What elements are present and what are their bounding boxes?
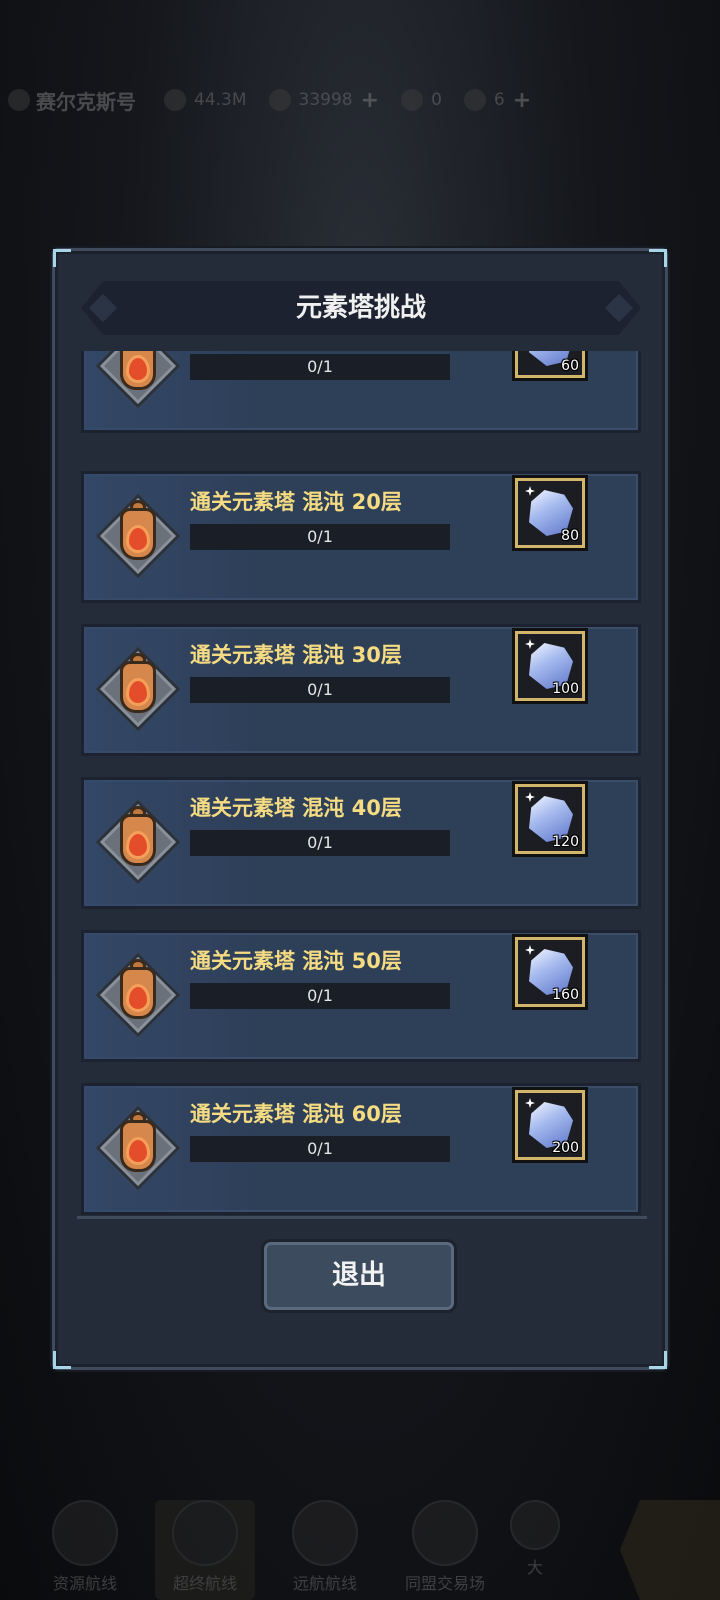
resource-3-icon <box>401 89 424 111</box>
ship-name: 赛尔克斯号 <box>36 89 136 114</box>
nav-tab-5[interactable]: 大 <box>500 1500 570 1600</box>
challenge-name: 通关元素塔 混沌 40层 <box>190 796 402 820</box>
progress-bar: 0/1 <box>190 1136 450 1162</box>
sparkle-icon <box>525 945 535 955</box>
progress-text: 0/1 <box>307 986 333 1005</box>
reward-slot[interactable]: 100 <box>512 628 588 704</box>
sparkle-icon <box>525 792 535 802</box>
bottom-nav: 资源航线 超终航线 远航航线 同盟交易场 大 <box>0 1480 720 1600</box>
nav-tab-1-icon <box>52 1500 118 1566</box>
nav-tab-1-label: 资源航线 <box>52 1574 117 1593</box>
challenge-item: 通关元素塔 混沌 10层 0/1 60 <box>81 351 641 433</box>
resource-3: 0 <box>401 89 442 111</box>
progress-text: 0/1 <box>307 357 333 376</box>
corner-ornament <box>649 249 667 267</box>
corner-ornament <box>53 249 71 267</box>
fire-flask-badge-icon <box>95 952 181 1038</box>
share-arrow-icon[interactable] <box>620 1500 720 1600</box>
dialog-title: 元素塔挑战 <box>295 293 426 323</box>
fire-flask-badge-icon <box>95 799 181 885</box>
reward-slot[interactable]: 160 <box>512 934 588 1010</box>
reward-slot[interactable]: 120 <box>512 781 588 857</box>
flame-icon <box>129 834 147 856</box>
challenge-name: 通关元素塔 混沌 20层 <box>190 490 402 514</box>
gem-icon <box>268 89 291 111</box>
divider <box>77 1216 647 1219</box>
flame-icon <box>129 528 147 550</box>
nav-tab-1[interactable]: 资源航线 <box>35 1500 135 1600</box>
reward-slot[interactable]: 200 <box>512 1087 588 1163</box>
progress-bar: 0/1 <box>190 983 450 1009</box>
resource-4-icon <box>463 89 486 111</box>
top-status-bar: 赛尔克斯号 44.3M 33998 + 0 6 + <box>0 78 720 122</box>
corner-ornament <box>53 1351 71 1369</box>
gold-value: 44.3M <box>194 90 247 110</box>
add-gem-icon[interactable]: + <box>361 88 379 113</box>
nav-tab-4-label: 同盟交易场 <box>404 1574 485 1593</box>
nav-tab-3-icon <box>292 1500 358 1566</box>
reward-slot[interactable]: 60 <box>512 351 588 381</box>
nav-tab-3-label: 远航航线 <box>292 1574 357 1593</box>
resource-4: 6 + <box>463 88 531 113</box>
progress-bar: 0/1 <box>190 677 450 703</box>
gem-resource: 33998 + <box>268 88 379 113</box>
flame-icon <box>129 358 147 380</box>
progress-text: 0/1 <box>307 680 333 699</box>
fire-flask-badge-icon <box>95 646 181 732</box>
progress-bar: 0/1 <box>190 524 450 550</box>
reward-slot[interactable]: 80 <box>512 475 588 551</box>
progress-text: 0/1 <box>307 1139 333 1158</box>
sparkle-icon <box>525 1098 535 1108</box>
progress-bar: 0/1 <box>190 354 450 380</box>
exit-button[interactable]: 退出 <box>261 1239 457 1313</box>
reward-amount: 120 <box>552 834 579 850</box>
sparkle-icon <box>525 486 535 496</box>
add-resource-icon[interactable]: + <box>513 88 531 113</box>
title-bar: 元素塔挑战 <box>81 281 641 335</box>
challenge-name: 通关元素塔 混沌 50层 <box>190 949 402 973</box>
progress-text: 0/1 <box>307 527 333 546</box>
challenge-item: 通关元素塔 混沌 50层 0/1 160 <box>81 930 641 1062</box>
challenge-item: 通关元素塔 混沌 30层 0/1 100 <box>81 624 641 756</box>
nav-tab-2-label: 超终航线 <box>172 1574 237 1593</box>
reward-amount: 100 <box>552 681 579 697</box>
gem-value: 33998 <box>298 90 353 110</box>
nav-tab-5-label: 大 <box>526 1558 543 1577</box>
challenge-item: 通关元素塔 混沌 60层 0/1 200 <box>81 1083 641 1215</box>
nav-tab-3[interactable]: 远航航线 <box>275 1500 375 1600</box>
fire-flask-badge-icon <box>95 351 181 409</box>
resource-4-value: 6 <box>493 90 505 110</box>
fire-flask-badge-icon <box>95 493 181 579</box>
coin-icon <box>164 89 186 111</box>
gold-resource: 44.3M <box>164 89 247 111</box>
nav-tab-4-icon <box>412 1500 478 1566</box>
fire-flask-badge-icon <box>95 1105 181 1191</box>
progress-bar: 0/1 <box>190 830 450 856</box>
nav-tab-4[interactable]: 同盟交易场 <box>395 1500 495 1600</box>
challenge-item: 通关元素塔 混沌 20层 0/1 80 <box>81 471 641 603</box>
challenge-list[interactable]: 通关元素塔 混沌 10层 0/1 60 通关元素塔 混沌 20层 0/1 80 <box>81 351 641 1221</box>
flame-icon <box>129 681 147 703</box>
element-tower-challenge-dialog: 元素塔挑战 通关元素塔 混沌 10层 0/1 60 通关元素塔 混沌 20层 <box>52 248 668 1370</box>
resource-3-value: 0 <box>431 90 442 110</box>
flame-icon <box>129 987 147 1009</box>
nav-tab-5-icon <box>510 1500 560 1550</box>
reward-amount: 60 <box>561 358 579 374</box>
reward-amount: 160 <box>552 987 579 1003</box>
challenge-name: 通关元素塔 混沌 30层 <box>190 643 402 667</box>
progress-text: 0/1 <box>307 833 333 852</box>
reward-amount: 200 <box>552 1140 579 1156</box>
flame-icon <box>129 1140 147 1162</box>
sparkle-icon <box>525 639 535 649</box>
corner-ornament <box>649 1351 667 1369</box>
reward-amount: 80 <box>561 528 579 544</box>
nav-tab-2[interactable]: 超终航线 <box>155 1500 255 1600</box>
challenge-name: 通关元素塔 混沌 60层 <box>190 1102 402 1126</box>
ship-icon <box>8 89 30 111</box>
nav-tab-2-icon <box>172 1500 238 1566</box>
challenge-item: 通关元素塔 混沌 40层 0/1 120 <box>81 777 641 909</box>
